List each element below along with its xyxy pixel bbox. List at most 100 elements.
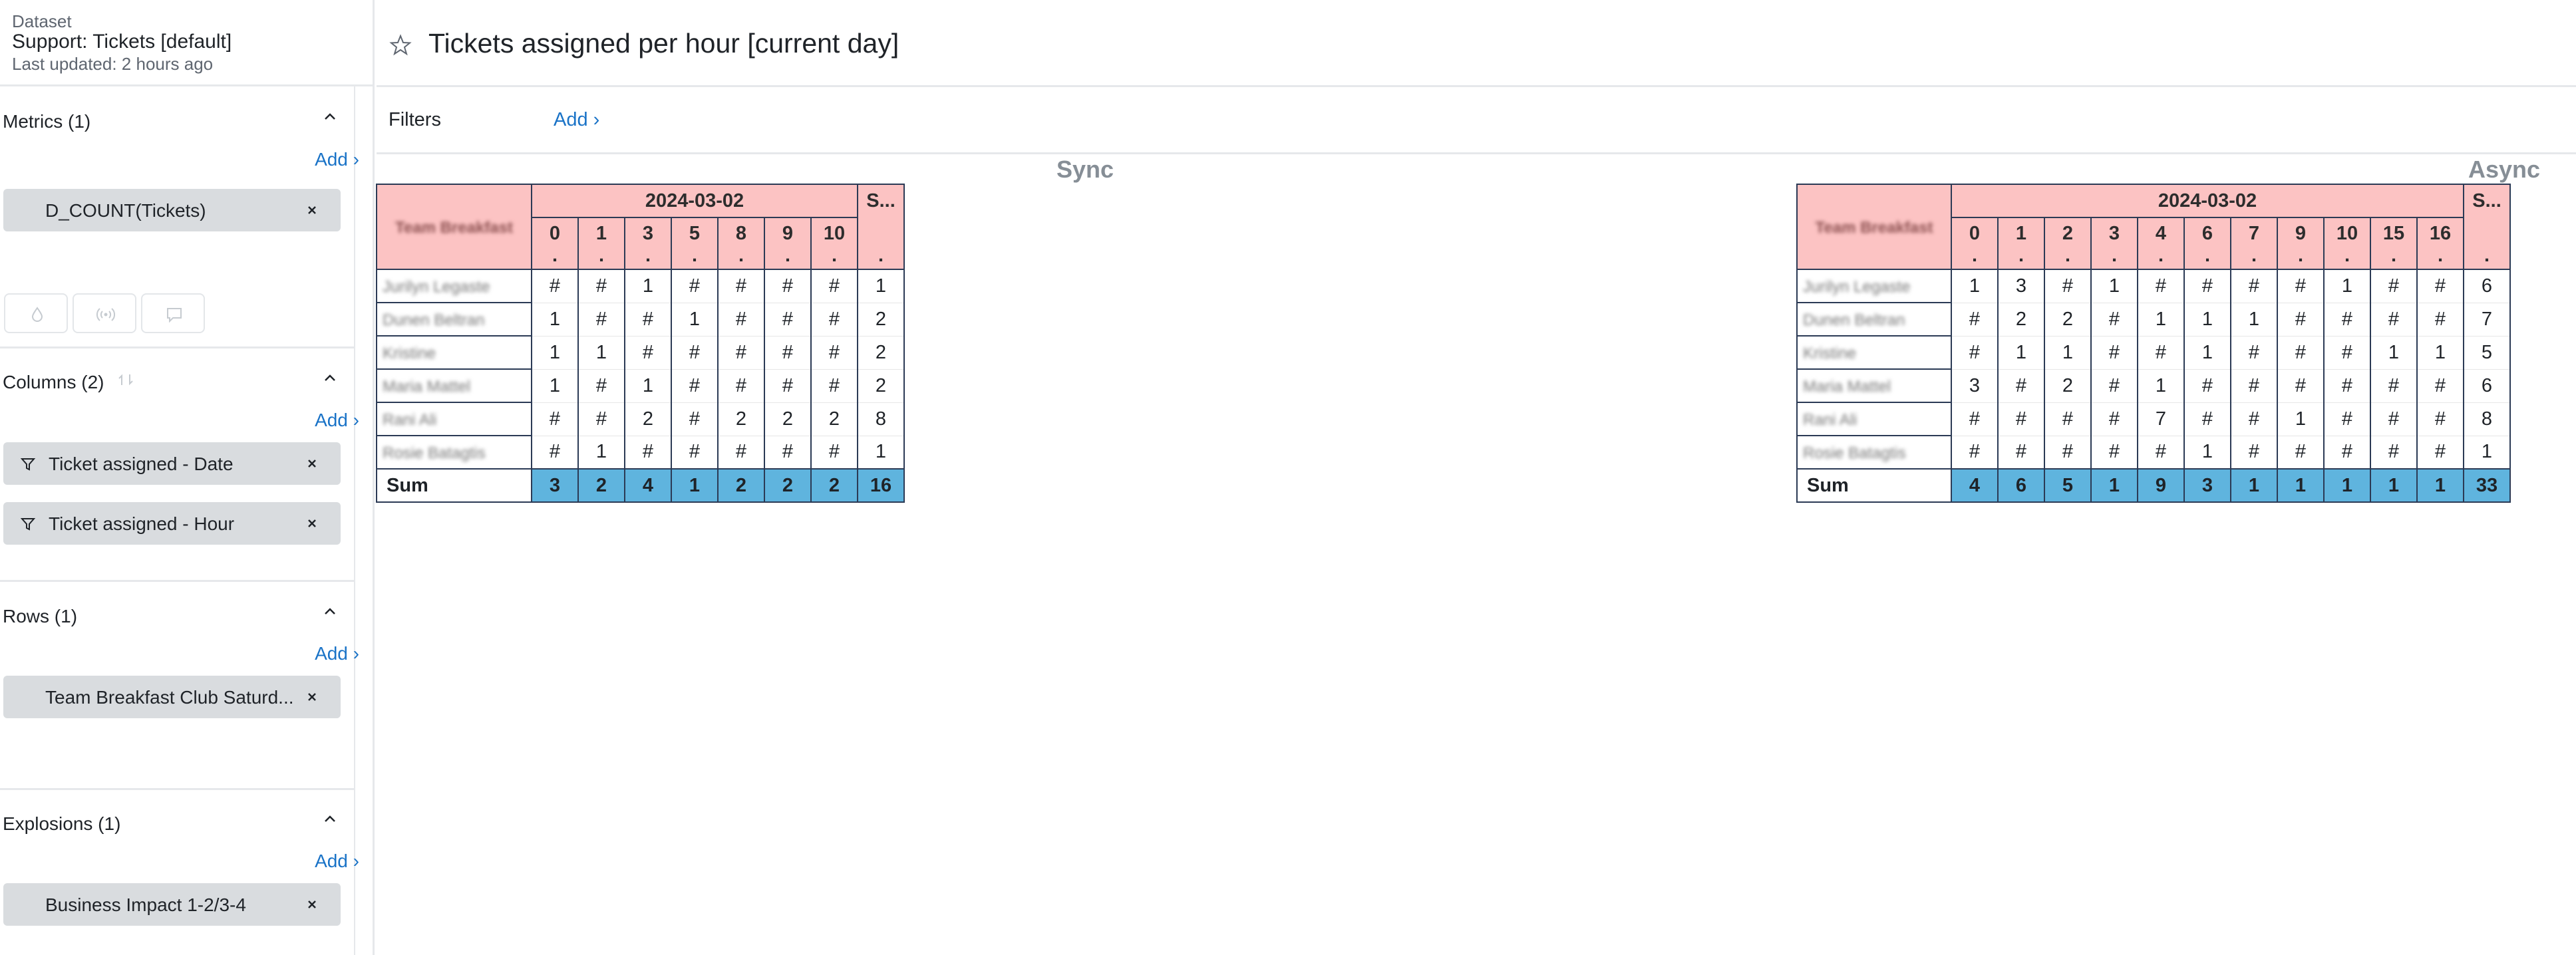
hour-header[interactable]: 6 bbox=[2183, 217, 2231, 249]
value-cell: # bbox=[2230, 335, 2278, 370]
close-icon[interactable] bbox=[305, 897, 319, 912]
truncation-dot: . bbox=[2416, 249, 2464, 270]
hour-header[interactable]: 16 bbox=[2416, 217, 2464, 249]
hour-header[interactable]: 9 bbox=[2277, 217, 2325, 249]
value-cell: # bbox=[624, 335, 672, 370]
chevron-up-icon[interactable] bbox=[321, 369, 339, 388]
value-cell: 1 bbox=[531, 335, 579, 370]
chevron-up-icon[interactable] bbox=[321, 603, 339, 621]
swap-icon[interactable] bbox=[116, 370, 135, 389]
filter-icon[interactable] bbox=[20, 456, 36, 472]
hour-header[interactable]: 9 bbox=[764, 217, 812, 249]
value-cell: 1 bbox=[2416, 335, 2464, 370]
explosions-add-button[interactable]: Add › bbox=[315, 851, 359, 872]
hour-header[interactable]: 8 bbox=[717, 217, 765, 249]
hour-header[interactable]: 3 bbox=[624, 217, 672, 249]
explosion-pill[interactable]: Business Impact 1-2/3-4 bbox=[3, 883, 341, 926]
value-cell: 1 bbox=[2183, 302, 2231, 337]
hour-header[interactable]: 2 bbox=[2044, 217, 2092, 249]
value-cell: # bbox=[577, 402, 625, 436]
row-label-cell[interactable]: Rosie Batagtis bbox=[1796, 435, 1952, 470]
value-cell: 1 bbox=[2090, 269, 2138, 303]
filters-add-button[interactable]: Add › bbox=[554, 109, 599, 131]
value-cell: # bbox=[671, 435, 719, 470]
hour-header[interactable]: 0 bbox=[531, 217, 579, 249]
chevron-up-icon[interactable] bbox=[321, 810, 339, 829]
value-cell: 1 bbox=[2044, 335, 2092, 370]
chevron-up-icon[interactable] bbox=[321, 108, 339, 126]
comment-button[interactable] bbox=[141, 293, 205, 333]
date-header[interactable]: 2024-03-02 bbox=[531, 184, 858, 218]
row-pill[interactable]: Team Breakfast Club Saturd... bbox=[3, 676, 341, 718]
row-label-cell[interactable]: Dunen Beltran bbox=[1796, 302, 1952, 337]
hour-header[interactable]: 10 bbox=[810, 217, 858, 249]
dataset-header[interactable]: Dataset Support: Tickets [default] Last … bbox=[0, 0, 375, 86]
value-cell: # bbox=[2090, 402, 2138, 436]
close-icon[interactable] bbox=[305, 456, 319, 471]
column-pill-hour[interactable]: Ticket assigned - Hour bbox=[3, 502, 341, 545]
hour-header[interactable]: 4 bbox=[2137, 217, 2185, 249]
truncation-dot: . bbox=[577, 249, 625, 270]
hour-header[interactable]: 3 bbox=[2090, 217, 2138, 249]
row-label-cell[interactable]: Rani Ali bbox=[1796, 402, 1952, 436]
value-cell: # bbox=[810, 435, 858, 470]
close-icon[interactable] bbox=[305, 203, 319, 217]
columns-add-button[interactable]: Add › bbox=[315, 410, 359, 431]
row-header[interactable]: Team Breakfast bbox=[376, 184, 532, 270]
sum-column-header[interactable]: S... bbox=[857, 184, 905, 217]
row-label-cell[interactable]: Rosie Batagtis bbox=[376, 435, 532, 470]
table-row: Rani Ali # # # #7 # #1 # # #8 bbox=[1796, 402, 2511, 436]
hour-header[interactable]: 1 bbox=[1997, 217, 2045, 249]
row-label: Maria Mattel bbox=[383, 377, 471, 396]
dataset-name[interactable]: Support: Tickets [default] bbox=[12, 31, 232, 53]
value-cell: # bbox=[717, 302, 765, 337]
truncation-dot: . bbox=[2230, 249, 2278, 270]
value-cell: # bbox=[2416, 269, 2464, 303]
row-sum-cell: 1 bbox=[857, 435, 905, 470]
hour-header[interactable]: 10 bbox=[2323, 217, 2371, 249]
row-header-label: Team Breakfast bbox=[395, 218, 513, 237]
filter-icon[interactable] bbox=[20, 516, 36, 532]
row-header[interactable]: Team Breakfast bbox=[1796, 184, 1952, 270]
metric-pill[interactable]: D_COUNT(Tickets) bbox=[3, 189, 341, 231]
row-label-cell[interactable]: Dunen Beltran bbox=[376, 302, 532, 337]
value-cell: 1 bbox=[531, 368, 579, 403]
metrics-add-button[interactable]: Add › bbox=[315, 149, 359, 170]
row-label-cell[interactable]: Kristine bbox=[1796, 335, 1952, 370]
date-header[interactable]: 2024-03-02 bbox=[1951, 184, 2464, 218]
hour-header[interactable]: 7 bbox=[2230, 217, 2278, 249]
row-sum-cell: 2 bbox=[857, 368, 905, 403]
sum-header-spacer bbox=[857, 217, 905, 249]
hour-header[interactable]: 0 bbox=[1951, 217, 1999, 249]
row-label: Kristine bbox=[1803, 344, 1857, 362]
column-pill-label: Ticket assigned - Hour bbox=[49, 513, 235, 534]
row-sum-cell: 6 bbox=[2463, 368, 2511, 403]
filters-label: Filters bbox=[389, 109, 441, 130]
rows-add-button[interactable]: Add › bbox=[315, 643, 359, 664]
row-label-cell[interactable]: Rani Ali bbox=[376, 402, 532, 436]
row-label-cell[interactable]: Maria Mattel bbox=[1796, 368, 1952, 403]
row-label-cell[interactable]: Jurilyn Legaste bbox=[376, 269, 532, 303]
close-icon[interactable] bbox=[305, 690, 319, 704]
value-cell: 1 bbox=[531, 302, 579, 337]
value-cell: # bbox=[764, 435, 812, 470]
row-label-cell[interactable]: Maria Mattel bbox=[376, 368, 532, 403]
row-label-cell[interactable]: Jurilyn Legaste bbox=[1796, 269, 1952, 303]
close-icon[interactable] bbox=[305, 516, 319, 531]
row-label-cell[interactable]: Kristine bbox=[376, 335, 532, 370]
explosions-title: Explosions (1) bbox=[3, 813, 121, 834]
signal-button[interactable] bbox=[73, 293, 136, 333]
hour-header[interactable]: 1 bbox=[577, 217, 625, 249]
color-button[interactable] bbox=[4, 293, 68, 333]
hour-header[interactable]: 15 bbox=[2370, 217, 2418, 249]
star-icon[interactable] bbox=[389, 33, 412, 57]
table-row: Maria Mattel 3 #2 #1 # # # # # #6 bbox=[1796, 368, 2511, 403]
hour-header[interactable]: 5 bbox=[671, 217, 719, 249]
value-cell: # bbox=[2370, 402, 2418, 436]
sum-label: Sum bbox=[376, 468, 532, 503]
value-cell: # bbox=[2323, 335, 2371, 370]
sum-column-header[interactable]: S... bbox=[2463, 184, 2511, 217]
column-pill-date[interactable]: Ticket assigned - Date bbox=[3, 442, 341, 485]
sum-row: Sum 3 2 4 1 2 2 2 16 bbox=[376, 468, 905, 503]
column-sum-cell: 9 bbox=[2137, 468, 2185, 503]
